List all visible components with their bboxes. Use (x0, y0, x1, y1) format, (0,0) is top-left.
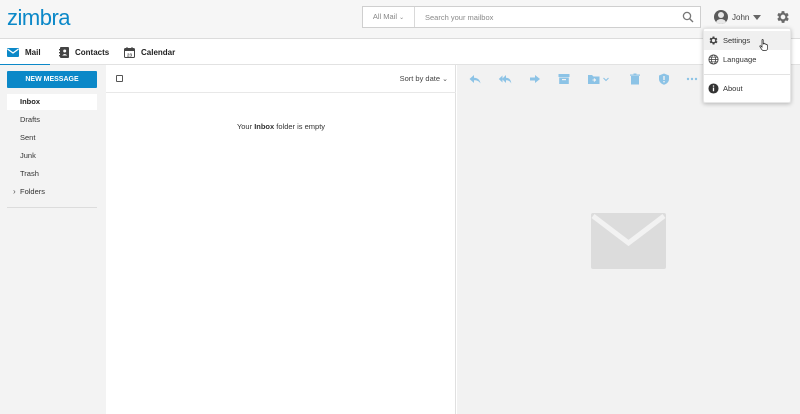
chevron-down-icon: ⌄ (399, 15, 405, 21)
chevron-right-icon: › (13, 187, 16, 196)
user-name: John (732, 12, 750, 22)
spam-shield-icon[interactable] (657, 72, 671, 86)
empty-folder-name: Inbox (254, 122, 275, 131)
sidebar-item-junk[interactable]: Junk (7, 148, 97, 164)
archive-icon[interactable] (557, 72, 571, 86)
zimbra-logo[interactable]: zimbra (7, 5, 71, 31)
avatar-icon (714, 10, 728, 24)
app-header: zimbra All Mail ⌄ John (0, 0, 800, 38)
menu-item-about-label: About (723, 84, 743, 93)
menu-divider (704, 74, 790, 75)
search-input[interactable] (415, 7, 677, 27)
info-icon (708, 83, 719, 94)
sort-dropdown[interactable]: Sort by date ⌄ (400, 74, 448, 83)
more-icon[interactable] (685, 72, 699, 86)
tab-calendar[interactable]: 23 Calendar (124, 39, 175, 65)
menu-item-language[interactable]: Language (704, 50, 790, 69)
tab-mail-label: Mail (25, 47, 41, 57)
calendar-icon-date: 23 (127, 52, 133, 57)
settings-dropdown-menu: Settings Language About (703, 28, 791, 103)
menu-item-settings[interactable]: Settings (704, 31, 790, 51)
search-box: All Mail ⌄ (362, 6, 701, 28)
delete-icon[interactable] (628, 72, 642, 86)
search-scope-dropdown[interactable]: All Mail ⌄ (363, 7, 415, 27)
tab-calendar-label: Calendar (141, 47, 176, 57)
tab-contacts[interactable]: Contacts (59, 39, 109, 65)
sidebar-item-sent[interactable]: Sent (7, 130, 97, 146)
reply-all-icon[interactable] (498, 72, 512, 86)
tab-contacts-label: Contacts (75, 47, 110, 57)
message-list-header: Sort by date ⌄ (106, 65, 456, 93)
menu-item-settings-label: Settings (723, 36, 751, 45)
calendar-icon: 23 (124, 46, 135, 58)
settings-gear-icon[interactable] (775, 9, 791, 25)
menu-item-language-label: Language (723, 55, 757, 64)
menu-item-about[interactable]: About (704, 79, 790, 98)
empty-folder-message: Your Inbox folder is empty (106, 122, 456, 131)
tab-mail[interactable]: Mail (0, 39, 50, 66)
sidebar-item-trash[interactable]: Trash (7, 166, 97, 182)
sidebar-item-folders[interactable]: › Folders (7, 184, 97, 200)
move-to-folder-icon[interactable] (587, 72, 611, 86)
sidebar-item-folders-label: Folders (20, 187, 46, 196)
message-list: Sort by date ⌄ Your Inbox folder is empt… (106, 65, 456, 414)
new-message-button[interactable]: NEW MESSAGE (7, 71, 97, 88)
sidebar: NEW MESSAGE Inbox Drafts Sent Junk Trash… (0, 65, 106, 414)
chevron-down-icon: ⌄ (442, 76, 448, 83)
caret-down-icon (753, 14, 762, 20)
gear-icon (709, 36, 718, 45)
sort-label: Sort by date (399, 74, 441, 83)
sidebar-item-inbox[interactable]: Inbox (7, 94, 97, 110)
reply-icon[interactable] (468, 72, 482, 86)
user-menu-button[interactable]: John (714, 9, 762, 25)
main-nav: Mail Contacts 23 Calendar (0, 38, 800, 66)
reading-pane (457, 65, 800, 414)
globe-icon (708, 54, 719, 65)
search-icon[interactable] (682, 11, 694, 23)
sidebar-item-drafts[interactable]: Drafts (7, 112, 97, 128)
search-scope-label: All Mail (372, 12, 398, 21)
empty-suffix: folder is empty (274, 122, 326, 131)
empty-envelope-icon (591, 213, 666, 269)
select-all-checkbox[interactable] (116, 75, 123, 82)
envelope-icon (7, 47, 19, 57)
empty-prefix: Your (236, 122, 255, 131)
contacts-icon (59, 46, 69, 58)
forward-icon[interactable] (528, 72, 542, 86)
sidebar-divider (7, 207, 97, 208)
